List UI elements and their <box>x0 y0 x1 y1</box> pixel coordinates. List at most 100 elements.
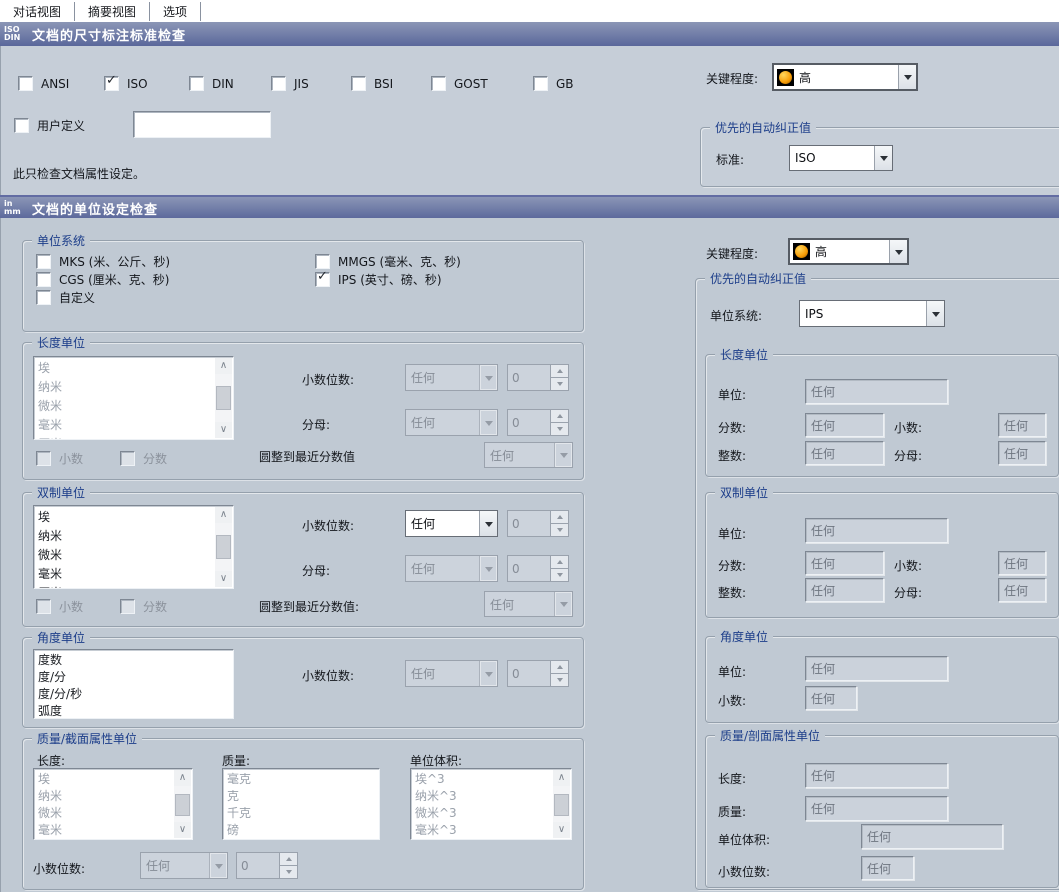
group-caption: 质量/截面属性单位 <box>32 730 142 747</box>
checkbox-jis[interactable]: ✓ JIS <box>271 76 309 91</box>
criticality-select-2[interactable]: 高 <box>788 238 909 265</box>
list-item[interactable]: 厘米 <box>38 584 233 589</box>
list-item[interactable]: 磅 <box>227 822 379 839</box>
chevron-down-icon[interactable] <box>874 146 892 170</box>
standard-select[interactable]: ISO <box>789 145 893 171</box>
length-units-list[interactable]: 埃 纳米 微米 毫米 厘米 ∧ ∨ <box>33 356 234 440</box>
decimal-places-label: 小数位数: <box>302 371 354 388</box>
scroll-up-icon[interactable]: ∧ <box>553 770 570 786</box>
list-item[interactable]: 克 <box>227 788 379 805</box>
spinner-value: 0 <box>507 364 550 391</box>
list-item[interactable]: 埃^3 <box>415 771 571 788</box>
list-item[interactable]: 厘米 <box>38 839 192 840</box>
scroll-up-icon[interactable]: ∧ <box>215 358 232 374</box>
checkbox-iso[interactable]: ✓ ISO <box>104 76 148 91</box>
volume-list[interactable]: 埃^3 纳米^3 微米^3 毫米^3 厘米^3 ∧ ∨ <box>410 768 572 840</box>
checkbox-label: 分数 <box>143 450 167 467</box>
decimal-places-select-mass: 任何 <box>140 852 228 879</box>
scroll-thumb[interactable] <box>554 794 569 816</box>
list-item[interactable]: 微米^3 <box>415 805 571 822</box>
checkbox-user-defined[interactable]: ✓ 用户定义 <box>14 117 85 134</box>
list-item[interactable]: 纳米 <box>38 378 233 397</box>
group-caption: 角度单位 <box>32 629 90 646</box>
denominator-label: 分母: <box>894 447 922 464</box>
list-item[interactable]: 毫米 <box>38 822 192 839</box>
angle-units-list[interactable]: 度数 度/分 度/分/秒 弧度 <box>33 649 234 719</box>
checkbox-mks[interactable]: ✓ MKS (米、公斤、秒) <box>36 253 170 270</box>
tab-dialog-view[interactable]: 对话视图 <box>0 2 75 21</box>
checkbox-cgs[interactable]: ✓ CGS (厘米、克、秒) <box>36 271 169 288</box>
tab-options[interactable]: 选项 <box>150 2 201 21</box>
list-item[interactable]: 纳米^3 <box>415 788 571 805</box>
checkbox-ansi[interactable]: ✓ ANSI <box>18 76 69 91</box>
criticality-select-1[interactable]: 高 <box>772 63 918 91</box>
scroll-track[interactable] <box>174 786 191 822</box>
list-item[interactable]: 毫米 <box>38 416 233 435</box>
list-item[interactable]: 纳米 <box>38 788 192 805</box>
list-item[interactable]: 埃 <box>38 771 192 788</box>
chevron-down-icon[interactable] <box>889 240 907 263</box>
scroll-down-icon[interactable]: ∨ <box>553 822 570 838</box>
checkbox-din[interactable]: ✓ DIN <box>189 76 234 91</box>
group-caption: 角度单位 <box>715 628 773 645</box>
chevron-down-icon[interactable] <box>926 301 944 326</box>
list-item[interactable]: 千克 <box>227 805 379 822</box>
mass-list[interactable]: 毫克 克 千克 磅 <box>222 768 380 840</box>
scroll-track[interactable] <box>215 523 232 571</box>
list-item[interactable]: 纳米 <box>38 527 233 546</box>
unit-system-label: 单位系统: <box>710 307 762 324</box>
scroll-down-icon[interactable]: ∨ <box>215 422 232 438</box>
checkbox-gb[interactable]: ✓ GB <box>533 76 574 91</box>
scroll-up-icon[interactable]: ∧ <box>215 507 232 523</box>
checkbox-mmgs[interactable]: ✓ MMGS (毫米、克、秒) <box>315 253 461 270</box>
mass-length-list[interactable]: 埃 纳米 微米 毫米 厘米 ∧ ∨ <box>33 768 193 840</box>
list-item[interactable]: 微米 <box>38 397 233 416</box>
field-value: 任何 <box>1004 417 1028 434</box>
decimal-places-select-dual[interactable]: 任何 <box>405 510 498 537</box>
scroll-thumb[interactable] <box>216 386 231 410</box>
list-item[interactable]: 厘米 <box>38 435 233 440</box>
checkbox-custom-units[interactable]: ✓ 自定义 <box>36 289 95 306</box>
scroll-up-icon[interactable]: ∧ <box>174 770 191 786</box>
scrollbar[interactable]: ∧ ∨ <box>215 507 232 587</box>
list-item[interactable]: 毫米^3 <box>415 822 571 839</box>
scroll-thumb[interactable] <box>175 794 190 816</box>
list-item[interactable]: 微米 <box>38 546 233 565</box>
scroll-down-icon[interactable]: ∨ <box>174 822 191 838</box>
unit-system-select[interactable]: IPS <box>799 300 945 327</box>
list-item[interactable]: 度数 <box>38 652 233 669</box>
list-item[interactable]: 埃 <box>38 359 233 378</box>
scroll-track[interactable] <box>215 374 232 422</box>
list-item[interactable]: 度/分 <box>38 669 233 686</box>
spinner-value: 0 <box>507 409 550 436</box>
checkmark-icon: ✓ <box>317 269 328 284</box>
dual-units-list[interactable]: 埃 纳米 微米 毫米 厘米 ∧ ∨ <box>33 505 234 589</box>
list-item[interactable]: 埃 <box>38 508 233 527</box>
tab-summary-view[interactable]: 摘要视图 <box>75 2 150 21</box>
user-defined-input[interactable] <box>133 111 271 138</box>
group-caption: 双制单位 <box>32 484 90 501</box>
scroll-thumb[interactable] <box>216 535 231 559</box>
checkbox-gost[interactable]: ✓ GOST <box>431 76 488 91</box>
field-value: 任何 <box>811 417 835 434</box>
list-item[interactable]: 度/分/秒 <box>38 686 233 703</box>
checkbox-box: ✓ <box>14 118 29 133</box>
chevron-down-icon[interactable] <box>479 511 497 536</box>
unit-system-value: IPS <box>800 301 926 326</box>
list-item[interactable]: 厘米^3 <box>415 839 571 840</box>
checkbox-box: ✓ <box>351 76 366 91</box>
list-item[interactable]: 弧度 <box>38 703 233 719</box>
severity-high-icon <box>793 243 810 260</box>
scroll-track[interactable] <box>553 786 570 822</box>
scroll-down-icon[interactable]: ∨ <box>215 571 232 587</box>
checkbox-ips[interactable]: ✓ IPS (英寸、磅、秒) <box>315 271 442 288</box>
scrollbar[interactable]: ∧ ∨ <box>215 358 232 438</box>
list-item[interactable]: 毫米 <box>38 565 233 584</box>
decimal-places-spinner: 0 <box>507 364 569 391</box>
list-item[interactable]: 毫克 <box>227 771 379 788</box>
list-item[interactable]: 微米 <box>38 805 192 822</box>
checkbox-bsi[interactable]: ✓ BSI <box>351 76 393 91</box>
scrollbar[interactable]: ∧ ∨ <box>174 770 191 838</box>
chevron-down-icon[interactable] <box>898 65 916 89</box>
scrollbar[interactable]: ∧ ∨ <box>553 770 570 838</box>
